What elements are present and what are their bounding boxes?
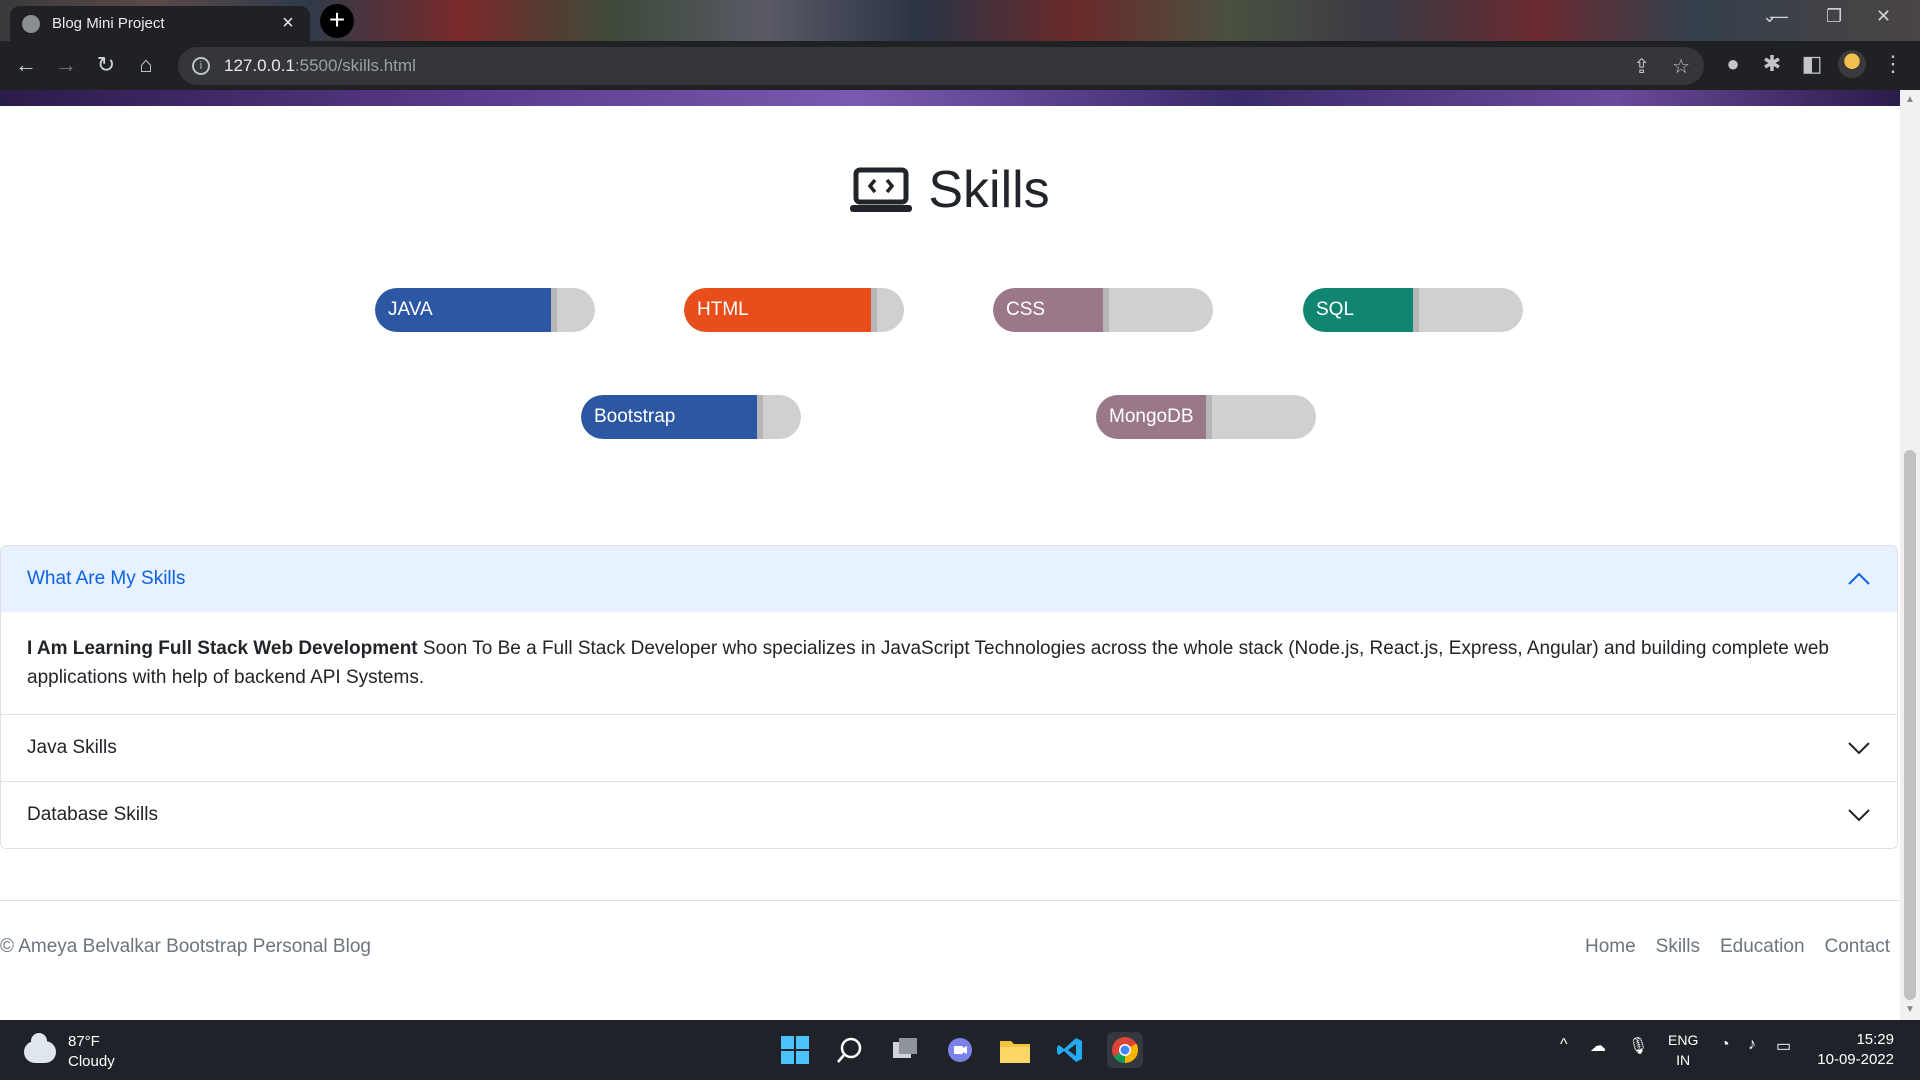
skill-fill: CSS [993, 288, 1103, 332]
volume-icon[interactable]: ♪ [1748, 1036, 1756, 1054]
url-host: 127.0.0.1 [224, 56, 295, 75]
accordion-title: What Are My Skills [27, 568, 186, 589]
skill-fill: MongoDB [1096, 395, 1206, 439]
skill-fill: SQL [1303, 288, 1413, 332]
new-tab-button[interactable]: + [320, 4, 354, 38]
footer-link-education[interactable]: Education [1720, 936, 1805, 958]
side-panel-icon[interactable]: ◧ [1797, 51, 1827, 77]
clock-time: 15:29 [1856, 1031, 1894, 1048]
task-view-icon[interactable] [887, 1032, 923, 1068]
teams-chat-icon[interactable] [942, 1032, 978, 1068]
skill-bar-bootstrap: Bootstrap [581, 395, 801, 439]
accordion-title: Database Skills [27, 804, 158, 825]
extension-circle-icon[interactable]: ● [1718, 51, 1748, 77]
tab-title: Blog Mini Project [52, 15, 165, 32]
window-close-icon[interactable]: ✕ [1876, 6, 1891, 27]
skill-label: HTML [697, 299, 749, 320]
reload-icon[interactable]: ↻ [86, 45, 126, 85]
clock-date: 10-09-2022 [1817, 1051, 1894, 1068]
file-explorer-icon[interactable] [997, 1032, 1033, 1068]
address-bar[interactable]: i 127.0.0.1 :5500/skills.html ⇪ ☆ [178, 47, 1704, 85]
language-code: ENG [1668, 1032, 1699, 1048]
chevron-down-icon [1848, 742, 1870, 755]
accordion-body-bold: I Am Learning Full Stack Web Development [27, 638, 418, 659]
skill-fill: HTML [684, 288, 871, 332]
browser-tab-strip: Blog Mini Project × + ⌄ — ❐ ✕ [0, 0, 1920, 41]
skill-label: MongoDB [1109, 406, 1194, 427]
footer-link-contact[interactable]: Contact [1825, 936, 1890, 958]
taskbar: 87°F Cloudy ^ ☁ 🎙 ENG IN ◔ ♪ ▭ 15:29 10-… [0, 1020, 1920, 1080]
language-indicator[interactable]: ENG IN [1668, 1030, 1698, 1070]
chevron-down-icon [1848, 809, 1870, 822]
menu-dots-icon[interactable]: ⋮ [1878, 51, 1908, 77]
back-arrow-icon[interactable]: ← [6, 45, 46, 85]
chrome-icon[interactable] [1107, 1032, 1143, 1068]
weather-temperature: 87°F [68, 1033, 100, 1050]
accordion-header-java-skills[interactable]: Java Skills [1, 715, 1897, 781]
page-scrollbar[interactable]: ▲ ▼ [1900, 90, 1920, 1020]
page-title-text: Skills [928, 161, 1050, 219]
scrollbar-thumb[interactable] [1904, 450, 1916, 1000]
url-path: :5500/skills.html [294, 56, 416, 75]
share-icon[interactable]: ⇪ [1633, 54, 1650, 79]
cloud-icon [24, 1033, 56, 1063]
skill-bar-java: JAVA [375, 288, 595, 332]
footer-nav: Home Skills Education Contact [1585, 936, 1890, 958]
forward-arrow-icon[interactable]: → [46, 45, 86, 85]
accordion-body: I Am Learning Full Stack Web Development… [1, 612, 1897, 714]
vscode-icon[interactable] [1052, 1032, 1088, 1068]
scroll-down-icon[interactable]: ▼ [1905, 1004, 1915, 1015]
wifi-icon[interactable]: ◔ [1720, 1036, 1730, 1054]
footer-link-skills[interactable]: Skills [1656, 936, 1700, 958]
search-icon[interactable] [832, 1032, 868, 1068]
battery-icon[interactable]: ▭ [1776, 1036, 1791, 1056]
browser-tab[interactable]: Blog Mini Project × [10, 6, 310, 41]
maximize-icon[interactable]: ❐ [1826, 6, 1842, 27]
browser-toolbar: ← → ↻ ⌂ i 127.0.0.1 :5500/skills.html ⇪ … [0, 41, 1920, 90]
star-icon[interactable]: ☆ [1672, 54, 1690, 79]
weather-widget[interactable]: 87°F Cloudy [24, 1032, 115, 1072]
skill-bar-sql: SQL [1303, 288, 1523, 332]
footer-divider [0, 900, 1900, 901]
skill-label: JAVA [388, 299, 433, 320]
footer-copyright: © Ameya Belvalkar Bootstrap Personal Blo… [0, 936, 371, 957]
chevron-up-icon [1848, 572, 1870, 585]
skill-label: CSS [1006, 299, 1046, 320]
skill-label: Bootstrap [594, 406, 676, 427]
skill-bar-html: HTML [684, 288, 904, 332]
microphone-icon[interactable]: 🎙 [1628, 1036, 1648, 1056]
globe-icon [22, 14, 40, 33]
skill-bar-mongodb: MongoDB [1096, 395, 1316, 439]
minimize-icon[interactable]: — [1770, 6, 1788, 27]
accordion-title: Java Skills [27, 737, 117, 758]
skill-bar-css: CSS [993, 288, 1213, 332]
skills-accordion: What Are My Skills I Am Learning Full St… [0, 545, 1898, 849]
accordion-item: What Are My Skills I Am Learning Full St… [1, 546, 1897, 714]
profile-avatar[interactable] [1838, 50, 1866, 78]
skill-label: SQL [1316, 299, 1355, 320]
page-viewport: Skills JAVA HTML CSS SQL Bootstrap Mongo… [0, 90, 1900, 1020]
region-code: IN [1676, 1052, 1691, 1068]
header-banner [0, 90, 1900, 106]
onedrive-icon[interactable]: ☁ [1590, 1036, 1606, 1056]
footer-link-home[interactable]: Home [1585, 936, 1636, 958]
weather-condition: Cloudy [68, 1053, 115, 1070]
skill-fill: Bootstrap [581, 395, 757, 439]
close-icon[interactable]: × [278, 12, 298, 35]
accordion-item: Database Skills [1, 781, 1897, 848]
accordion-header-database-skills[interactable]: Database Skills [1, 782, 1897, 848]
chevron-up-icon[interactable]: ^ [1560, 1036, 1568, 1054]
laptop-code-icon [850, 167, 913, 212]
info-icon[interactable]: i [192, 57, 210, 75]
accordion-item: Java Skills [1, 714, 1897, 781]
windows-start-icon[interactable] [777, 1032, 813, 1068]
home-icon[interactable]: ⌂ [126, 45, 166, 85]
page-title: Skills [0, 160, 1900, 220]
skill-fill: JAVA [375, 288, 551, 332]
accordion-header-what-are-my-skills[interactable]: What Are My Skills [1, 546, 1897, 612]
scroll-up-icon[interactable]: ▲ [1905, 94, 1915, 105]
system-clock[interactable]: 15:29 10-09-2022 [1817, 1030, 1894, 1070]
puzzle-icon[interactable]: ✱ [1757, 51, 1787, 77]
